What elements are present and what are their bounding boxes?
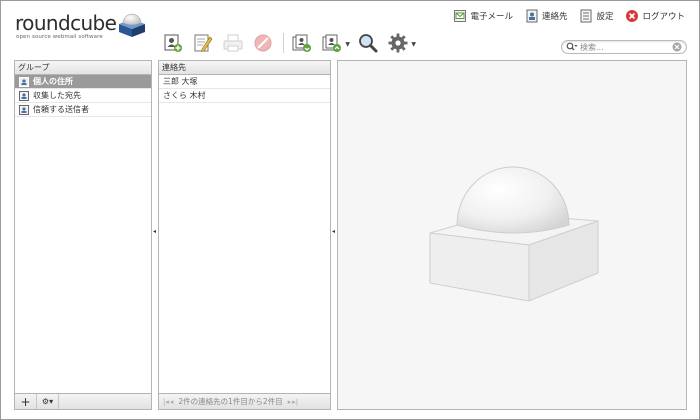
- contact-row[interactable]: 三郎 大塚: [159, 75, 330, 89]
- add-contact-icon: [164, 34, 182, 52]
- search-reset-icon[interactable]: [672, 42, 682, 52]
- group-item-personal[interactable]: 個人の住所: [15, 75, 151, 89]
- create-contact-button[interactable]: [161, 31, 185, 55]
- addressbook-icon: [525, 9, 539, 23]
- top-navigation: 電子メール 連絡先 設定 ログアウト: [453, 7, 685, 25]
- addressbook-icon: [19, 76, 29, 87]
- import-button[interactable]: [290, 31, 314, 55]
- group-item-label: 個人の住所: [33, 77, 73, 86]
- plus-icon: +: [20, 394, 31, 409]
- compose-button[interactable]: [191, 31, 215, 55]
- group-item-label: 収集した宛先: [33, 91, 81, 100]
- contact-preview-panel: [337, 60, 687, 410]
- logo-cube-icon: [119, 13, 145, 37]
- group-options-button[interactable]: ⚙▾: [37, 394, 59, 409]
- nav-addressbook[interactable]: 連絡先: [525, 9, 568, 23]
- logo-tagline: open source webmail software: [16, 34, 103, 40]
- prev-page-icon[interactable]: ◂: [170, 398, 174, 406]
- export-icon: [322, 34, 341, 52]
- export-button[interactable]: ▼: [320, 31, 350, 55]
- toolbar-separator: [283, 33, 284, 53]
- mail-icon: [453, 9, 467, 23]
- groups-footer: + ⚙▾: [15, 393, 151, 409]
- app-window: roundcube open source webmail software 電…: [0, 0, 700, 420]
- contacts-header: 連絡先: [159, 61, 330, 75]
- groups-list: 個人の住所 収集した宛先 信頼する送信者: [15, 75, 151, 117]
- compose-icon: [194, 34, 213, 52]
- nav-mail[interactable]: 電子メール: [453, 9, 513, 23]
- addressbook-icon: [19, 90, 29, 101]
- nav-logout-label: ログアウト: [642, 12, 685, 22]
- import-icon: [292, 34, 311, 52]
- quick-search: [561, 40, 687, 54]
- delete-icon: [254, 34, 272, 52]
- nav-settings[interactable]: 設定: [579, 9, 613, 23]
- contacts-panel: 連絡先 三郎 大塚 さくら 木村 |◂ ◂ 2件の連絡先の1件目から2件目 ▸ …: [158, 60, 331, 410]
- print-button[interactable]: [221, 31, 245, 55]
- options-button[interactable]: ▼: [386, 31, 416, 55]
- contacts-splitter[interactable]: ◂: [331, 227, 336, 237]
- nav-logout[interactable]: ログアウト: [625, 9, 685, 23]
- gear-icon: ⚙▾: [41, 397, 54, 406]
- gear-icon: [388, 33, 408, 53]
- chevron-down-icon: ▼: [345, 41, 350, 48]
- search-input[interactable]: [580, 42, 666, 52]
- next-page-icon[interactable]: ▸: [288, 398, 292, 406]
- nav-settings-label: 設定: [596, 12, 614, 22]
- pager: |◂ ◂ 2件の連絡先の1件目から2件目 ▸ ▸|: [159, 396, 298, 407]
- group-item-label: 信頼する送信者: [33, 105, 89, 114]
- logout-icon: [625, 9, 639, 23]
- pager-count: 2件の連絡先の1件目から2件目: [178, 397, 283, 406]
- logo[interactable]: roundcube open source webmail software: [15, 8, 145, 42]
- group-item-trusted[interactable]: 信頼する送信者: [15, 103, 151, 117]
- groups-header: グループ: [15, 61, 151, 75]
- add-group-button[interactable]: +: [15, 394, 37, 409]
- delete-button[interactable]: [251, 31, 275, 55]
- settings-icon: [579, 9, 593, 23]
- contacts-list: 三郎 大塚 さくら 木村: [159, 75, 330, 103]
- search-button[interactable]: [356, 31, 380, 55]
- groups-splitter[interactable]: ◂: [152, 227, 157, 237]
- print-icon: [223, 34, 243, 52]
- chevron-down-icon: ▼: [411, 41, 416, 48]
- groups-panel: グループ 個人の住所 収集した宛先 信頼する送信者 + ⚙▾: [14, 60, 152, 410]
- nav-mail-label: 電子メール: [470, 12, 513, 22]
- nav-addressbook-label: 連絡先: [541, 12, 568, 22]
- group-item-collected[interactable]: 収集した宛先: [15, 89, 151, 103]
- toolbar: ▼ ▼: [161, 31, 416, 55]
- roundcube-watermark: [429, 166, 599, 302]
- search-options-icon[interactable]: [566, 42, 578, 52]
- first-page-icon[interactable]: |◂: [163, 398, 169, 406]
- addressbook-icon: [19, 104, 29, 115]
- magnifier-icon: [359, 34, 378, 53]
- logo-wordmark: roundcube: [15, 11, 117, 35]
- last-page-icon[interactable]: ▸|: [292, 398, 298, 406]
- contacts-footer: |◂ ◂ 2件の連絡先の1件目から2件目 ▸ ▸|: [159, 393, 330, 409]
- contact-row[interactable]: さくら 木村: [159, 89, 330, 103]
